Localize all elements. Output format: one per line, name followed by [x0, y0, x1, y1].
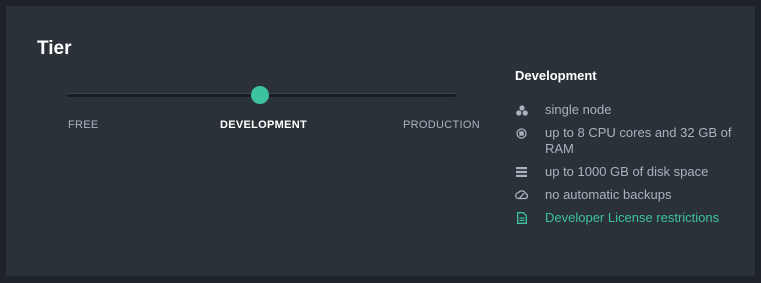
feature-text: no automatic backups	[545, 187, 672, 202]
tier-details-title: Development	[515, 68, 597, 83]
card-title: Tier	[37, 38, 72, 59]
feature-text: up to 1000 GB of disk space	[545, 164, 709, 179]
tier-slider-thumb[interactable]	[251, 86, 269, 104]
cpu-icon	[515, 125, 528, 141]
document-icon	[515, 210, 528, 226]
feature-item-cpu: up to 8 CPU cores and 32 GB of RAM	[515, 125, 735, 157]
feature-item-storage: up to 1000 GB of disk space	[515, 164, 735, 180]
tier-option-production[interactable]: PRODUCTION	[403, 119, 480, 131]
nodes-icon	[515, 102, 528, 118]
tier-option-development[interactable]: DEVELOPMENT	[220, 119, 307, 131]
feature-text: up to 8 CPU cores and 32 GB of RAM	[545, 125, 732, 156]
storage-icon	[515, 164, 528, 180]
feature-item-backups: no automatic backups	[515, 187, 735, 203]
tier-card: Tier FREE DEVELOPMENT PRODUCTION Develop…	[6, 6, 755, 276]
backup-icon	[515, 187, 528, 203]
tier-option-free[interactable]: FREE	[68, 119, 99, 131]
developer-license-link[interactable]: Developer License restrictions	[515, 210, 735, 226]
feature-item-nodes: single node	[515, 102, 735, 118]
feature-text: single node	[545, 102, 612, 117]
developer-license-label[interactable]: Developer License restrictions	[545, 210, 719, 226]
tier-feature-list: single node up to 8 CPU cores and 32 GB …	[515, 102, 735, 233]
